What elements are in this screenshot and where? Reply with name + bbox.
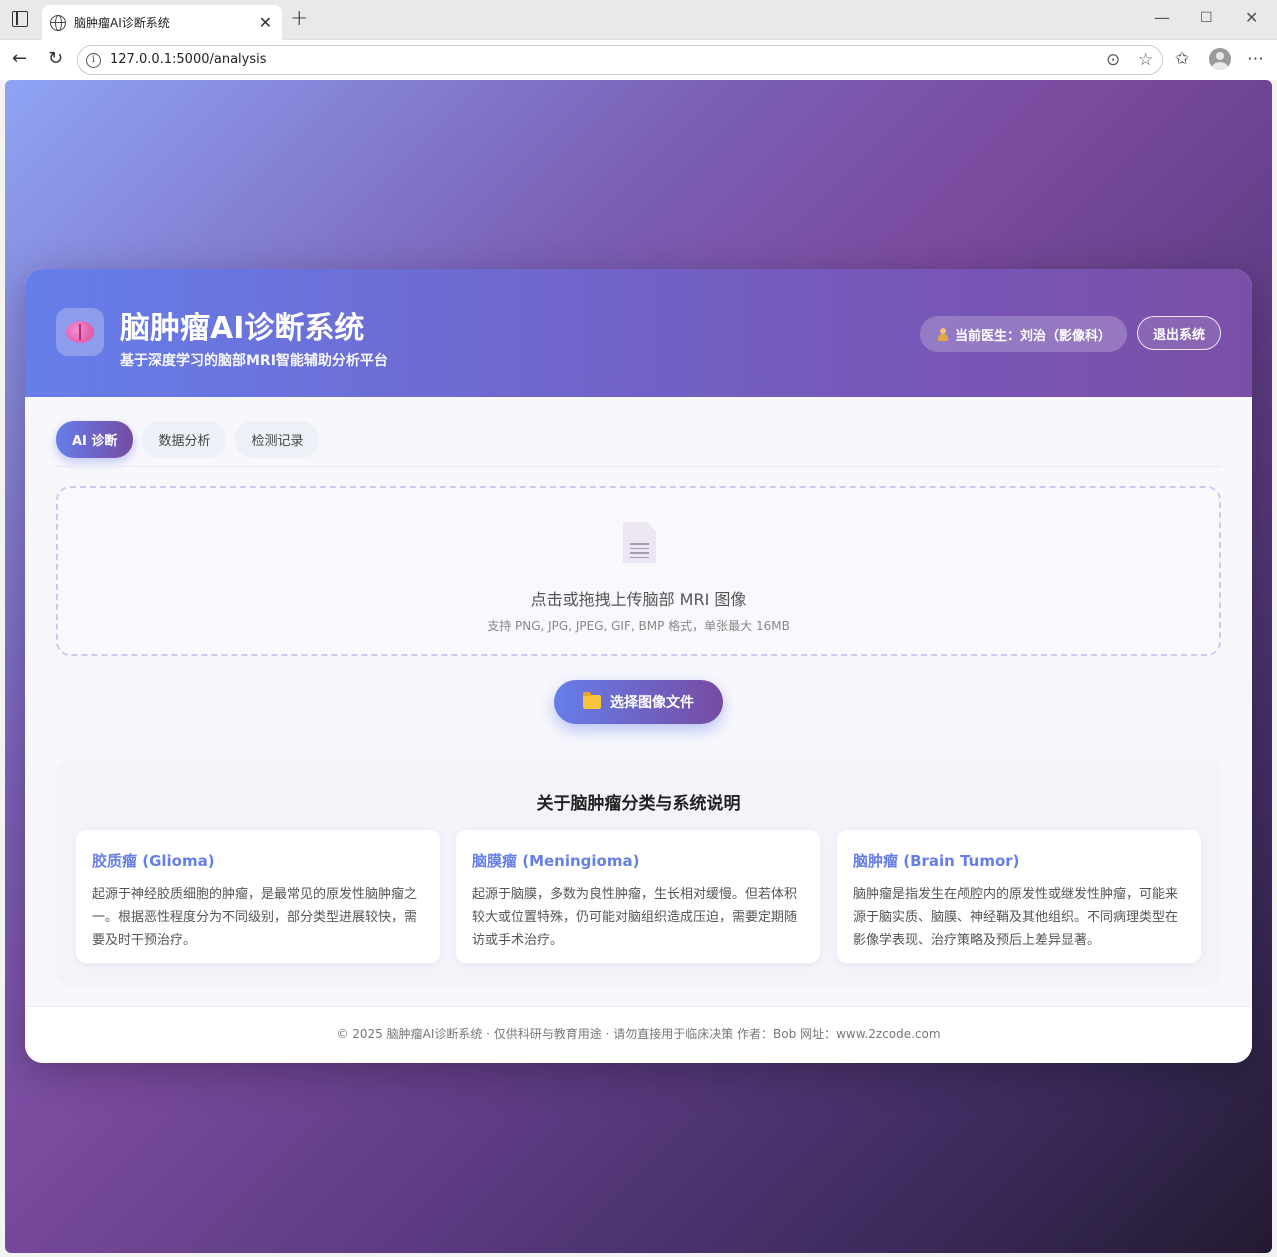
app-subtitle: 基于深度学习的脑部MRI智能辅助分析平台 — [120, 353, 388, 369]
maximize-icon[interactable]: ☐ — [1200, 10, 1213, 26]
upload-title: 点击或拖拽上传脑部 MRI 图像 — [530, 590, 747, 609]
brain-icon — [66, 321, 94, 343]
site-info-icon[interactable]: i — [86, 53, 101, 68]
info-panel: 关于脑肿瘤分类与系统说明 胶质瘤 (Glioma) 起源于神经胶质细胞的肿瘤，是… — [56, 759, 1221, 986]
address-bar: ← ↻ i 127.0.0.1:5000/analysis ⊙ ☆ ✩ ⋯ — [0, 40, 1277, 80]
page-footer: © 2025 脑肿瘤AI诊断系统 · 仅供科研与教育用途 · 请勿直接用于临床决… — [25, 1006, 1252, 1063]
window-menu-icon[interactable] — [12, 11, 28, 27]
tab-divider — [56, 466, 1221, 467]
info-card-glioma: 胶质瘤 (Glioma) 起源于神经胶质细胞的肿瘤，是最常见的原发性脑肿瘤之一。… — [76, 830, 440, 963]
profile-avatar[interactable] — [1209, 48, 1231, 70]
back-icon[interactable]: ← — [12, 48, 27, 69]
app-header: 脑肿瘤AI诊断系统 基于深度学习的脑部MRI智能辅助分析平台 当前医生：刘治（影… — [25, 269, 1252, 397]
current-doctor-badge: 当前医生：刘治（影像科） — [920, 316, 1127, 352]
info-card-text: 起源于神经胶质细胞的肿瘤，是最常见的原发性脑肿瘤之一。根据恶性程度分为不同级别，… — [92, 887, 418, 948]
info-card-text: 脑肿瘤是指发生在颅腔内的原发性或继发性肿瘤，可能来源于脑实质、脑膜、神经鞘及其他… — [853, 887, 1179, 948]
card-body: AI 诊断 数据分析 检测记录 点击或拖拽上传脑部 MRI 图像 支持 PNG,… — [25, 397, 1252, 1006]
minimize-icon[interactable]: — — [1154, 8, 1170, 27]
info-card-brain-tumor: 脑肿瘤 (Brain Tumor) 脑肿瘤是指发生在颅腔内的原发性或继发性肿瘤，… — [837, 830, 1201, 963]
favorites-icon[interactable]: ✩ — [1175, 49, 1189, 69]
tab-ai-diagnosis[interactable]: AI 诊断 — [56, 421, 134, 458]
info-card-title: 脑膜瘤 (Meningioma) — [472, 852, 640, 870]
select-image-button[interactable]: 选择图像文件 — [554, 680, 723, 724]
url-field[interactable]: i 127.0.0.1:5000/analysis ⊙ ☆ — [77, 45, 1163, 75]
app-logo — [56, 308, 104, 356]
close-tab-icon[interactable]: ✕ — [259, 13, 272, 32]
tab-data-analysis[interactable]: 数据分析 — [142, 421, 227, 458]
info-card-title: 脑肿瘤 (Brain Tumor) — [853, 852, 1020, 870]
close-window-icon[interactable]: ✕ — [1245, 8, 1258, 27]
reload-icon[interactable]: ↻ — [48, 48, 63, 69]
doctor-icon — [938, 327, 948, 341]
info-title: 关于脑肿瘤分类与系统说明 — [536, 794, 741, 814]
info-card-meningioma: 脑膜瘤 (Meningioma) 起源于脑膜，多数为良性肿瘤，生长相对缓慢。但若… — [456, 830, 820, 963]
document-icon-lines — [630, 543, 649, 561]
doctor-label: 当前医生：刘治（影像科） — [955, 328, 1112, 344]
upload-hint: 支持 PNG, JPG, JPEG, GIF, BMP 格式，单张最大 16MB — [487, 619, 790, 633]
more-menu-icon[interactable]: ⋯ — [1247, 49, 1264, 69]
new-tab-icon[interactable]: + — [290, 6, 308, 31]
tab-title: 脑肿瘤AI诊断系统 — [74, 16, 170, 30]
reader-icon[interactable]: ⊙ — [1106, 50, 1120, 70]
info-card-text: 起源于脑膜，多数为良性肿瘤，生长相对缓慢。但若体积较大或位置特殊，仍可能对脑组织… — [472, 887, 798, 948]
browser-tab-bar: 脑肿瘤AI诊断系统 ✕ + — ☐ ✕ — [0, 0, 1277, 40]
folder-icon — [583, 692, 601, 709]
browser-tab[interactable]: 脑肿瘤AI诊断系统 ✕ — [42, 5, 282, 40]
page-viewport: 脑肿瘤AI诊断系统 基于深度学习的脑部MRI智能辅助分析平台 当前医生：刘治（影… — [5, 80, 1272, 1253]
upload-dropzone[interactable]: 点击或拖拽上传脑部 MRI 图像 支持 PNG, JPG, JPEG, GIF,… — [56, 486, 1221, 656]
tab-records[interactable]: 检测记录 — [235, 421, 320, 458]
select-image-label: 选择图像文件 — [610, 695, 694, 711]
app-title: 脑肿瘤AI诊断系统 — [120, 311, 365, 346]
main-tabs: AI 诊断 数据分析 检测记录 — [56, 421, 320, 458]
globe-icon — [50, 14, 66, 31]
url-text[interactable]: 127.0.0.1:5000/analysis — [110, 52, 267, 67]
main-card: 脑肿瘤AI诊断系统 基于深度学习的脑部MRI智能辅助分析平台 当前医生：刘治（影… — [25, 269, 1252, 1063]
info-card-title: 胶质瘤 (Glioma) — [92, 852, 215, 870]
logout-button[interactable]: 退出系统 — [1137, 316, 1221, 350]
favorite-star-icon[interactable]: ☆ — [1138, 50, 1153, 70]
